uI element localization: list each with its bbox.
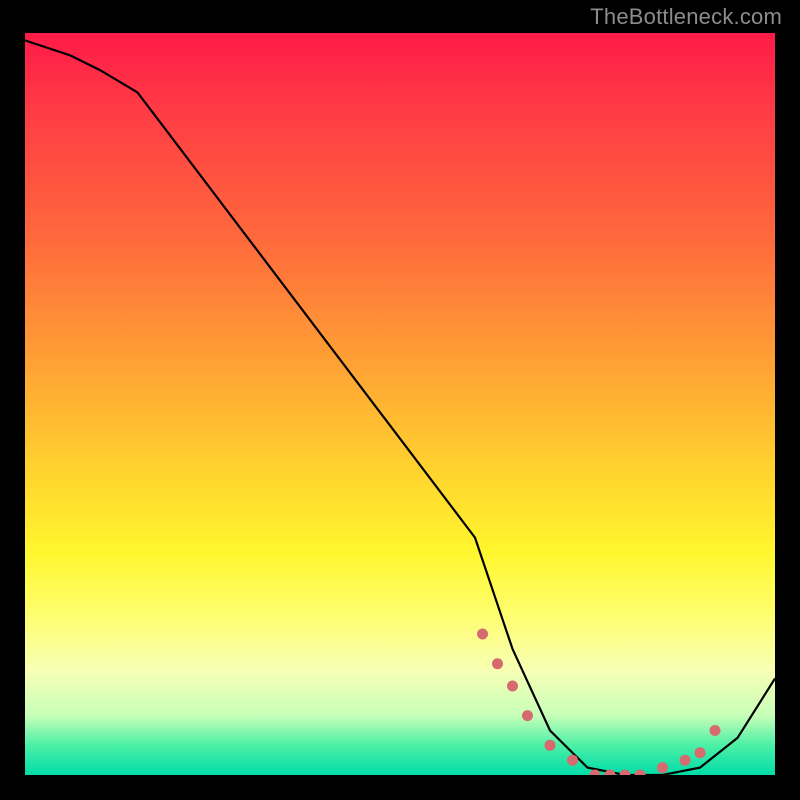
highlight-dot bbox=[657, 762, 668, 773]
curve-layer bbox=[25, 33, 775, 775]
highlight-dot bbox=[492, 658, 503, 669]
highlight-dot bbox=[545, 740, 556, 751]
plot-area bbox=[25, 33, 775, 775]
attribution-label: TheBottleneck.com bbox=[590, 4, 782, 30]
highlight-dot bbox=[695, 747, 706, 758]
highlight-dot bbox=[710, 725, 721, 736]
highlight-dot bbox=[477, 629, 488, 640]
highlight-dot bbox=[620, 770, 631, 776]
highlight-dot bbox=[522, 710, 533, 721]
highlight-dot bbox=[635, 770, 646, 776]
bottleneck-curve-path bbox=[25, 40, 775, 775]
highlight-dot bbox=[507, 681, 518, 692]
highlight-dot bbox=[567, 755, 578, 766]
highlight-dot bbox=[680, 755, 691, 766]
chart-frame: TheBottleneck.com bbox=[0, 0, 800, 800]
